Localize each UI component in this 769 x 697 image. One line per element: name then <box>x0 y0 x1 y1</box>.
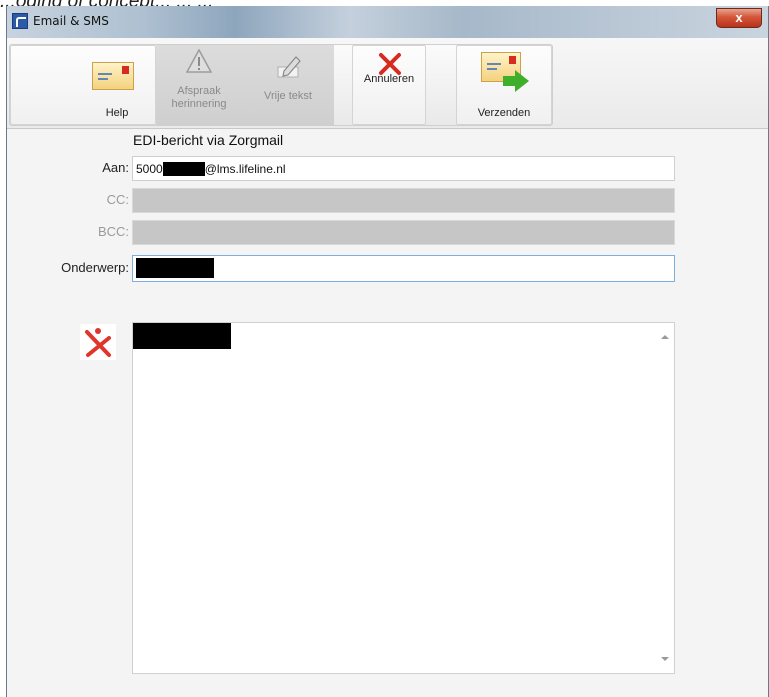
subject-label: Onderwerp: <box>61 260 129 275</box>
scroll-up-icon[interactable] <box>661 335 669 339</box>
toolbar: Help Afspraak herinnering Vrije tekst An… <box>7 38 768 129</box>
appointment-reminder-button[interactable]: Afspraak herinnering <box>156 45 242 125</box>
cc-field[interactable] <box>132 188 675 213</box>
to-label: Aan: <box>102 160 129 175</box>
edi-header: EDI-bericht via Zorgmail <box>133 132 284 148</box>
close-button[interactable]: x <box>716 8 762 28</box>
pencil-icon <box>277 56 301 78</box>
email-sms-window: Email & SMS x Help Afspraak herinnering <box>6 6 769 697</box>
to-field[interactable]: 5000 @lms.lifeline.nl <box>132 156 675 181</box>
message-body-textarea[interactable] <box>132 322 675 674</box>
cc-label: CC: <box>106 192 129 207</box>
bcc-field[interactable] <box>132 220 675 245</box>
to-suffix: @lms.lifeline.nl <box>204 162 286 176</box>
bcc-label: BCC: <box>97 224 129 239</box>
window-title: Email & SMS <box>33 14 109 28</box>
toolbar-group: Help Afspraak herinnering Vrije tekst An… <box>9 44 553 126</box>
appointment-reminder-label: Afspraak herinnering <box>171 85 227 110</box>
title-bar[interactable]: Email & SMS x <box>7 6 768 38</box>
help-label: Help <box>105 107 129 119</box>
send-label: Verzenden <box>477 107 531 119</box>
to-prefix: 5000 <box>136 162 163 176</box>
cancel-label: Annuleren <box>363 73 415 85</box>
mail-icon <box>92 62 134 90</box>
scroll-down-icon[interactable] <box>661 657 669 661</box>
vertical-scrollbar[interactable] <box>657 323 674 673</box>
free-text-label: Vrije tekst <box>264 90 312 102</box>
subject-field[interactable] <box>132 255 675 282</box>
redacted-block <box>136 258 214 278</box>
free-text-button[interactable]: Vrije tekst <box>242 45 334 125</box>
cancel-button[interactable]: Annuleren <box>352 45 426 125</box>
send-button[interactable]: Verzenden <box>456 45 552 125</box>
app-icon <box>12 13 28 29</box>
redacted-block <box>162 162 205 176</box>
warning-icon <box>186 49 212 73</box>
red-x-logo-icon <box>80 324 116 360</box>
help-button[interactable]: Help <box>10 45 156 125</box>
redacted-block <box>133 323 231 349</box>
